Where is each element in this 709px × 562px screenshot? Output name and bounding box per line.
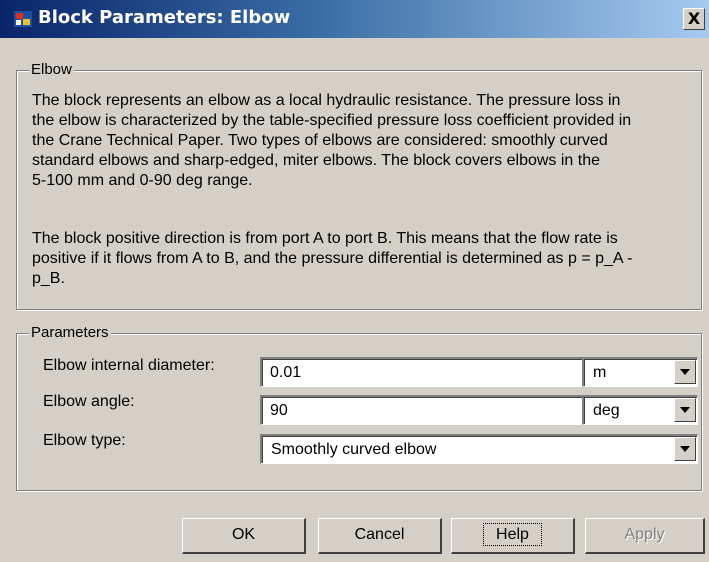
block-parameters-dialog: Block Parameters: Elbow X Elbow The bloc… [0,0,709,562]
description-paragraph-1: The block represents an elbow as a local… [32,91,697,191]
description-group: Elbow The block represents an elbow as a… [16,61,702,310]
close-button[interactable]: X [683,8,705,30]
simulink-block-icon [14,11,32,27]
description-paragraph-2: The block positive direction is from por… [32,229,697,289]
elbow-angle-unit-select[interactable]: deg [582,395,698,425]
chevron-down-icon[interactable] [674,398,696,422]
parameters-group: Parameters Elbow internal diameter: 0.01… [16,324,702,491]
cancel-button[interactable]: Cancel [318,518,442,554]
elbow-diameter-unit-select[interactable]: m [582,357,698,387]
apply-button: Apply [585,518,705,554]
help-button[interactable]: Help [451,518,575,554]
description-line: The block represents an elbow as a local… [32,92,621,109]
description-line: standard elbows and sharp-edged, miter e… [32,152,601,169]
window-title: Block Parameters: Elbow [38,7,291,28]
parameters-group-legend: Parameters [29,324,111,341]
elbow-type-select[interactable]: Smoothly curved elbow [260,434,698,464]
ok-button[interactable]: OK [182,518,306,554]
elbow-type-value: Smoothly curved elbow [271,441,437,458]
elbow-diameter-input[interactable]: 0.01 [260,357,583,387]
chevron-down-icon[interactable] [674,360,696,384]
elbow-diameter-unit-value: m [593,364,607,381]
ok-button-label: OK [231,526,256,543]
description-line: the Crane Technical Paper. Two types of … [32,132,608,149]
chevron-down-icon[interactable] [674,437,696,461]
elbow-angle-input[interactable]: 90 [260,395,583,425]
description-line: The block positive direction is from por… [32,230,618,247]
elbow-diameter-label: Elbow internal diameter: [43,357,215,374]
description-line: the elbow is characterized by the table-… [32,112,632,129]
description-line: p_B. [32,270,65,287]
elbow-type-label: Elbow type: [43,432,126,449]
apply-button-label: Apply [624,526,665,543]
description-group-legend: Elbow [29,61,74,78]
elbow-angle-unit-value: deg [593,402,620,419]
elbow-angle-value: 90 [270,402,288,419]
elbow-diameter-value: 0.01 [270,364,302,381]
elbow-angle-label: Elbow angle: [43,393,135,410]
cancel-button-label: Cancel [354,526,405,543]
title-bar[interactable]: Block Parameters: Elbow X [0,0,709,38]
description-line: positive if it flows from A to B, and th… [32,250,633,267]
help-button-label: Help [483,523,542,546]
description-line: 5-100 mm and 0-90 deg range. [32,172,253,189]
close-icon: X [687,9,701,28]
